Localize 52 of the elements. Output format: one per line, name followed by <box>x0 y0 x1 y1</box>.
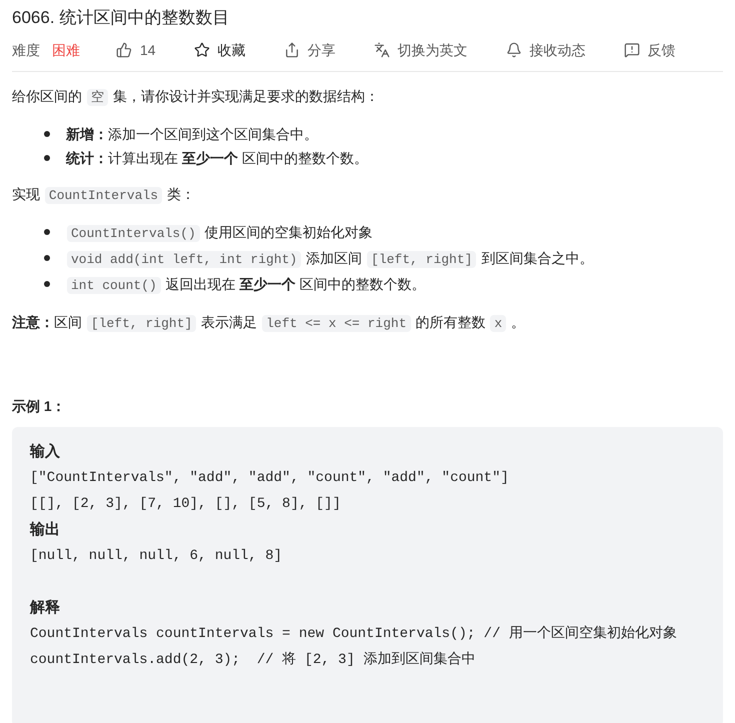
translate-button[interactable]: 切换为英文 <box>374 40 468 60</box>
text: 实现 <box>12 186 41 202</box>
bullet-icon <box>44 281 50 287</box>
text: 表示满足 <box>200 314 258 330</box>
inline-code: 空 <box>86 89 108 106</box>
inline-code: CountIntervals <box>44 187 162 204</box>
inline-code: x <box>490 315 506 332</box>
inline-code: [left, right] <box>367 251 476 268</box>
text: 使用区间的空集初始化对象 <box>204 224 373 240</box>
thumbs-up-icon <box>116 42 132 58</box>
share-button[interactable]: 分享 <box>284 40 336 60</box>
text: 新增：添加一个区间到这个区间集合中。 <box>66 126 318 142</box>
bullet-icon <box>44 155 50 161</box>
code-line: CountIntervals countIntervals = new CountIntervals(); // 用一个区间空集初始化对象 <box>30 624 678 644</box>
code-line: [[], [2, 3], [7, 10], [], [5, 8], []] <box>30 495 342 514</box>
text: 到区间集合之中。 <box>480 250 594 266</box>
message-icon <box>624 42 640 58</box>
bullet-icon <box>44 255 50 261</box>
text: 给你区间的 <box>12 88 83 104</box>
text: 统计：计算出现在 至少一个 区间中的整数个数。 <box>66 150 368 166</box>
like-button[interactable]: 14 <box>116 40 156 60</box>
share-icon <box>284 42 300 58</box>
text: 的所有整数 <box>414 314 486 330</box>
translate-icon <box>374 42 390 58</box>
text: 注意：区间 <box>12 314 83 330</box>
code-line: [null, null, null, 6, null, 8] <box>30 547 284 566</box>
text: 添加区间 <box>305 250 364 266</box>
star-button[interactable]: 收藏 <box>194 40 246 60</box>
text: 类： <box>166 186 195 202</box>
bell-button[interactable]: 接收动态 <box>506 40 586 60</box>
problem-title: 6066. 统计区间中的整数数目 <box>12 7 230 29</box>
inline-code: void add(int left, int right) <box>67 251 302 268</box>
inline-code: CountIntervals() <box>67 225 200 242</box>
example-heading: 解释 <box>30 598 61 618</box>
inline-code: int count() <box>67 277 161 294</box>
bullet-icon <box>44 131 50 137</box>
code-line: countIntervals.add(2, 3); // 将 [2, 3] 添加到区间集合中 <box>30 650 476 670</box>
text: 集，请你设计并实现满足要求的数据结构： <box>112 88 379 104</box>
difficulty-label: 难度 <box>12 40 40 60</box>
inline-code: [left, right] <box>86 315 196 332</box>
example-heading: 输入 <box>30 442 61 462</box>
bullet-icon <box>44 229 50 235</box>
text: 。 <box>510 314 526 330</box>
difficulty-tag: 困难 <box>52 40 80 60</box>
bell-icon <box>506 42 522 58</box>
example-heading: 输出 <box>30 520 61 540</box>
inline-code: left <= x <= right <box>262 315 411 332</box>
feedback-button[interactable]: 反馈 <box>624 40 676 60</box>
star-icon <box>194 42 210 58</box>
example-title: 示例 1： <box>12 397 67 416</box>
code-line: ["CountIntervals", "add", "add", "count", "add", "count"] <box>30 469 510 488</box>
text: 返回出现在 至少一个 区间中的整数个数。 <box>164 276 426 292</box>
